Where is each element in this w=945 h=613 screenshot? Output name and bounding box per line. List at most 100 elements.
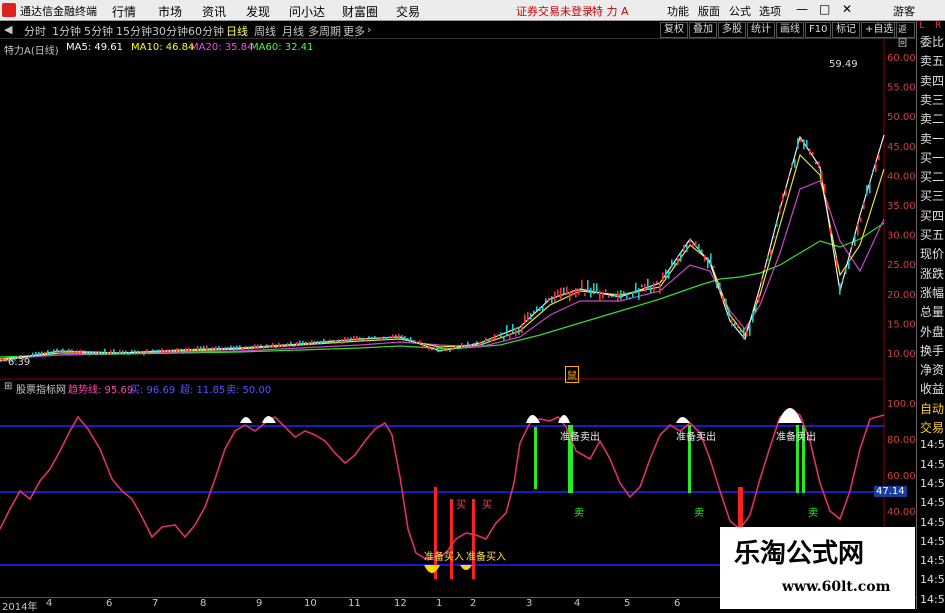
period-weekly[interactable]: 周线 (254, 23, 276, 39)
maximize-icon[interactable]: □ (819, 2, 830, 16)
menu-jiaoyi[interactable]: 交易 (396, 3, 420, 20)
price-tick-label: 15.00 (887, 319, 916, 330)
candle (764, 267, 766, 271)
candle (701, 249, 703, 254)
event-marker[interactable]: 鼠 (565, 366, 579, 383)
ma60-label: MA60: 32.41 (250, 42, 314, 53)
candle (179, 348, 181, 354)
candle (704, 254, 706, 262)
period-1min[interactable]: 1分钟 (52, 23, 81, 39)
date-tick-label: 4 (574, 598, 581, 609)
candle (836, 258, 838, 268)
ma20-label: MA20: 35.84 (190, 42, 254, 53)
chart-area[interactable]: 60.00 55.00 50.00 45.00 40.00 35.00 30.00 25.00… (0, 39, 916, 597)
indicator-tick-label: 40.00 (887, 507, 916, 518)
tool-tongji[interactable]: 统计 (747, 22, 775, 38)
candle (107, 351, 109, 355)
side-panel-item: 14:5 (920, 515, 945, 529)
candle (545, 298, 547, 303)
menu-wenxiaoda[interactable]: 问小达 (289, 3, 325, 20)
candle (608, 294, 610, 298)
close-icon[interactable]: ✕ (842, 2, 852, 16)
date-tick-label: 11 (348, 598, 361, 609)
candle (797, 138, 799, 149)
candle (77, 350, 79, 356)
indicator-tick-label: 100.00 (887, 399, 916, 410)
side-panel-item: 14:5 (920, 554, 945, 568)
tool-duogu[interactable]: 多股 (718, 22, 746, 38)
menu-banmian[interactable]: 版面 (698, 3, 720, 19)
menu-shichang[interactable]: 市场 (158, 3, 182, 20)
menu-zixun[interactable]: 资讯 (202, 3, 226, 20)
candle (647, 278, 649, 291)
price-axis-labels: 60.00 55.00 50.00 45.00 40.00 35.00 30.00 25.00… (887, 53, 916, 360)
candle (197, 345, 199, 351)
side-panel-item: 14:5 (920, 534, 945, 548)
menu-gongneng[interactable]: 功能 (667, 3, 689, 19)
period-15min[interactable]: 15分钟 (116, 23, 152, 39)
candle (758, 293, 760, 303)
tool-huaxian[interactable]: 画线 (776, 22, 804, 38)
tool-fanhui[interactable]: 返回 (894, 22, 915, 49)
period-monthly[interactable]: 月线 (282, 23, 304, 39)
price-tick-label: 10.00 (887, 349, 916, 360)
candle (203, 346, 205, 350)
date-tick-label: 5 (624, 598, 631, 609)
side-panel-tab-r[interactable]: R (935, 21, 941, 31)
period-daily[interactable]: 日线 (226, 23, 248, 39)
candle (149, 351, 151, 355)
candle (281, 343, 283, 347)
menu-xuanxiang[interactable]: 选项 (759, 3, 781, 19)
side-panel-item: 14:5 (920, 476, 945, 490)
login-notice[interactable]: 证券交易未登录 (516, 3, 593, 19)
arrow-left-icon[interactable]: ◀ (4, 23, 12, 36)
period-5min[interactable]: 5分钟 (84, 23, 113, 39)
candle (734, 322, 736, 327)
candle (431, 347, 433, 351)
side-panel-item: 换手 (920, 343, 945, 358)
candle (221, 347, 223, 351)
candle (341, 338, 343, 344)
menu-gongshi[interactable]: 公式 (729, 3, 751, 19)
price-tick-label: 45.00 (887, 142, 916, 153)
period-more[interactable]: 更多 (343, 23, 365, 39)
tool-zixuan[interactable]: +自选 (861, 22, 898, 38)
app-title: 通达信金融终端 (20, 5, 97, 18)
minimize-icon[interactable]: — (796, 2, 808, 16)
candle (536, 306, 538, 311)
period-fenshi[interactable]: 分时 (24, 23, 46, 39)
candle (707, 257, 709, 269)
menu-caifuquan[interactable]: 财富圈 (342, 3, 378, 20)
menu-faxian[interactable]: 发现 (246, 3, 270, 20)
candle (284, 344, 286, 348)
candle (245, 345, 247, 349)
candle (299, 340, 301, 346)
tool-diejia[interactable]: 叠加 (689, 22, 717, 38)
tool-f10[interactable]: F10 (805, 22, 832, 38)
period-60min[interactable]: 60分钟 (188, 23, 224, 39)
candle (614, 293, 616, 297)
candle (878, 154, 880, 161)
candle (230, 345, 232, 349)
candle (323, 338, 325, 343)
menu-hangqing[interactable]: 行情 (112, 3, 136, 20)
candle (248, 346, 250, 350)
candle (440, 349, 442, 352)
indicator-settings-icon[interactable]: ⊞ (4, 381, 12, 392)
ma10-label: MA10: 46.84 (131, 42, 195, 53)
candle (860, 217, 862, 223)
period-30min[interactable]: 30分钟 (152, 23, 188, 39)
tool-fuquan[interactable]: 复权 (660, 22, 688, 38)
chevron-right-icon[interactable]: › (367, 23, 371, 36)
candle (338, 340, 340, 344)
tool-biaoji[interactable]: 标记 (832, 22, 860, 38)
side-panel-item: 总量 (920, 305, 945, 320)
guest-link[interactable]: 游客 (893, 3, 915, 19)
candle (593, 283, 595, 295)
candle (272, 343, 274, 348)
period-multi[interactable]: 多周期 (308, 23, 341, 39)
candle (656, 280, 658, 284)
candle (866, 185, 868, 196)
buy-signal-bar (450, 499, 453, 579)
side-panel-tab-l[interactable]: L (919, 21, 924, 31)
